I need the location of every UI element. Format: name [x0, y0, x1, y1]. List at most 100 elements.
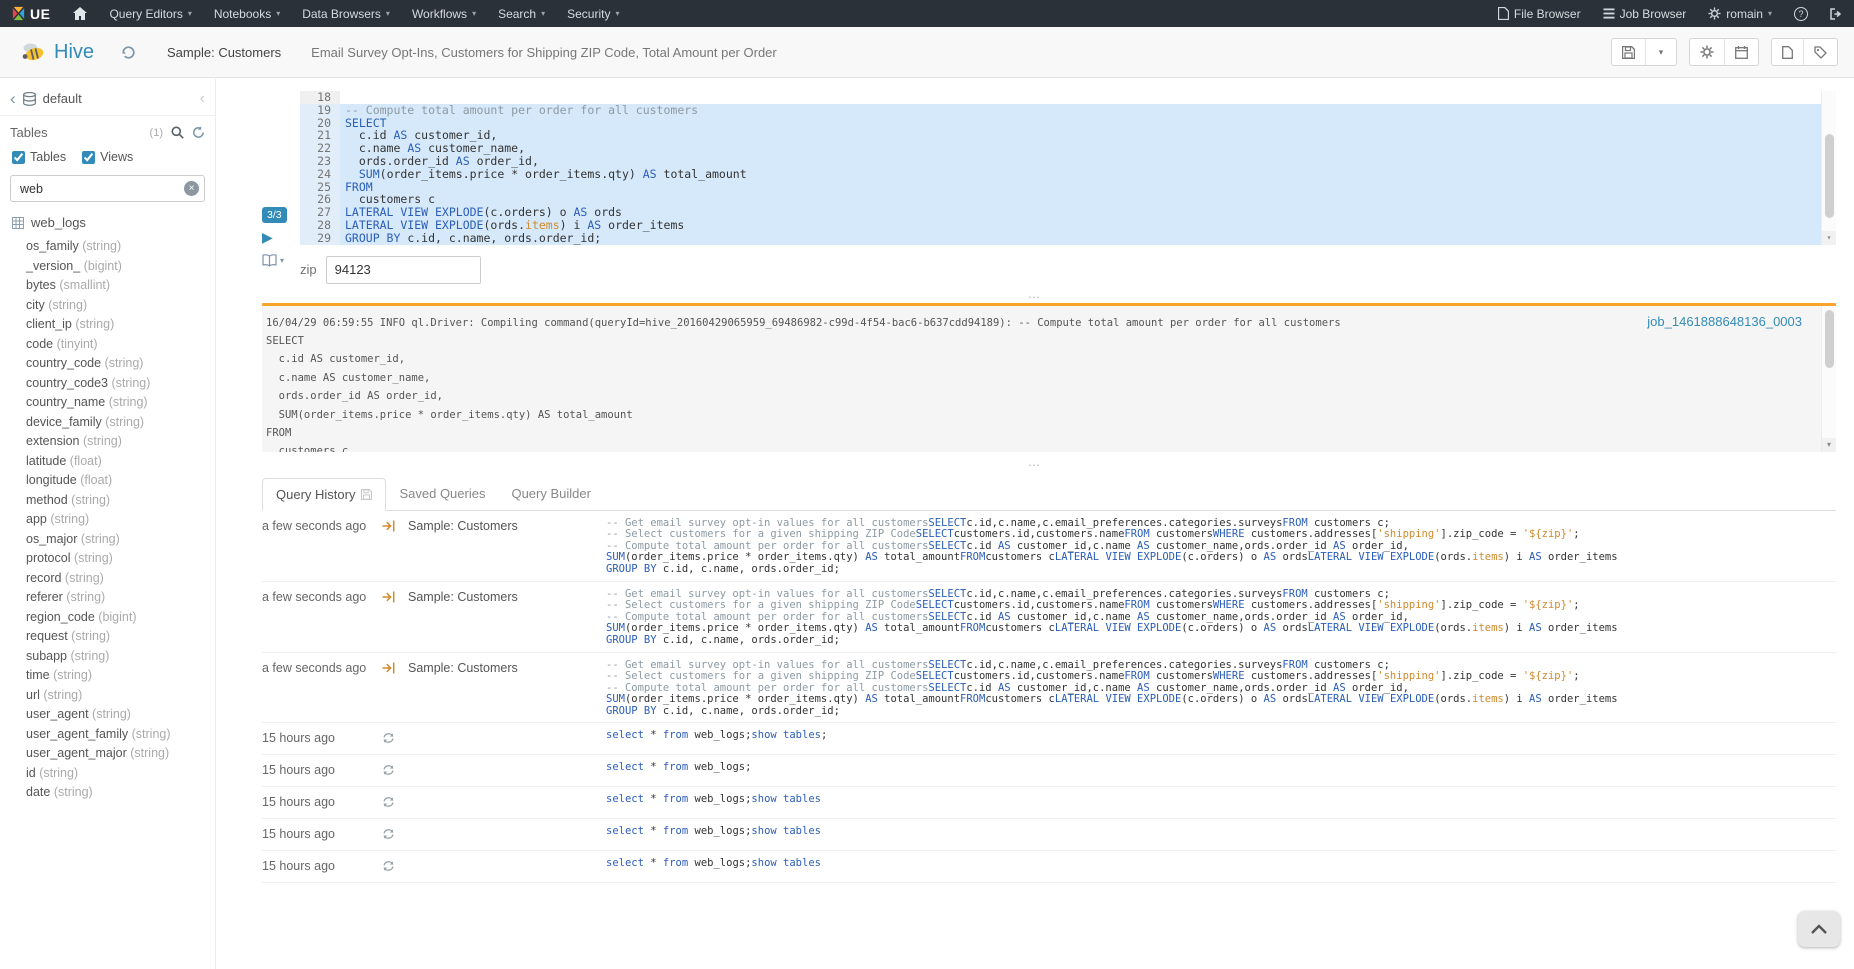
column-item-extension[interactable]: extension (string)	[26, 432, 215, 452]
editor-code-line[interactable]: -- Compute total amount per order for al…	[340, 104, 1821, 117]
column-item-region_code[interactable]: region_code (bigint)	[26, 608, 215, 628]
home-button[interactable]	[62, 0, 98, 27]
column-item-id[interactable]: id (string)	[26, 764, 215, 784]
column-item-device_family[interactable]: device_family (string)	[26, 413, 215, 433]
log-scrollbar[interactable]: ▾	[1821, 306, 1836, 452]
help-button[interactable]: ?	[1783, 0, 1819, 27]
nav-menu-query-editors[interactable]: Query Editors▾	[98, 0, 202, 27]
logout-button[interactable]	[1819, 0, 1854, 27]
column-item-country_name[interactable]: country_name (string)	[26, 393, 215, 413]
code-editor[interactable]: 181920212223242526272829 -- Compute tota…	[300, 91, 1836, 245]
tab-saved-queries[interactable]: Saved Queries	[386, 478, 498, 510]
user-menu[interactable]: romain ▾	[1697, 0, 1783, 27]
column-item-user_agent_family[interactable]: user_agent_family (string)	[26, 725, 215, 745]
database-row[interactable]: ‹ default ‹	[0, 79, 215, 116]
job-link[interactable]: job_1461888648136_0003	[1647, 314, 1802, 329]
editor-scrollbar[interactable]: ▾	[1821, 91, 1836, 245]
editor-code-line[interactable]: SELECT	[340, 117, 1821, 130]
column-item-_version_[interactable]: _version_ (bigint)	[26, 257, 215, 277]
variable-input[interactable]	[326, 256, 481, 284]
column-item-user_agent_major[interactable]: user_agent_major (string)	[26, 744, 215, 764]
column-item-date[interactable]: date (string)	[26, 783, 215, 803]
nav-menu-label: Workflows	[412, 7, 467, 21]
column-item-client_ip[interactable]: client_ip (string)	[26, 315, 215, 335]
save-dropdown-button[interactable]: ▾	[1646, 39, 1676, 65]
column-item-user_agent[interactable]: user_agent (string)	[26, 705, 215, 725]
history-row[interactable]: 15 hours agoselect * from web_logs;show …	[262, 851, 1836, 883]
scrollbar-thumb[interactable]	[1825, 134, 1834, 218]
scroll-down-arrow-icon[interactable]: ▾	[1822, 438, 1836, 452]
column-item-app[interactable]: app (string)	[26, 510, 215, 530]
editor-code-line[interactable]: FROM	[340, 181, 1821, 194]
history-row[interactable]: a few seconds agoSample: Customers-- Get…	[262, 653, 1836, 724]
column-item-longitude[interactable]: longitude (float)	[26, 471, 215, 491]
settings-button[interactable]	[1690, 39, 1725, 65]
file-browser-button[interactable]: File Browser	[1487, 0, 1592, 27]
nav-menu-notebooks[interactable]: Notebooks▾	[203, 0, 291, 27]
views-filter[interactable]: Views	[82, 150, 133, 164]
job-browser-button[interactable]: Job Browser	[1592, 0, 1698, 27]
column-item-method[interactable]: method (string)	[26, 491, 215, 511]
resize-handle[interactable]: …	[216, 458, 1854, 468]
refresh-icon[interactable]	[192, 126, 205, 139]
history-row[interactable]: 15 hours agoselect * from web_logs;show …	[262, 723, 1836, 755]
scrollbar-thumb[interactable]	[1825, 310, 1834, 368]
column-item-url[interactable]: url (string)	[26, 686, 215, 706]
tab-query-history[interactable]: Query History	[262, 478, 386, 511]
scroll-down-arrow-icon[interactable]: ▾	[1822, 231, 1836, 245]
column-item-code[interactable]: code (tinyint)	[26, 335, 215, 355]
column-item-bytes[interactable]: bytes (smallint)	[26, 276, 215, 296]
schedule-button[interactable]	[1725, 39, 1758, 65]
new-document-button[interactable]	[1772, 39, 1804, 65]
column-item-latitude[interactable]: latitude (float)	[26, 452, 215, 472]
nav-menu-data-browsers[interactable]: Data Browsers▾	[291, 0, 401, 27]
history-row[interactable]: 15 hours agoselect * from web_logs;show …	[262, 787, 1836, 819]
column-item-country_code[interactable]: country_code (string)	[26, 354, 215, 374]
clear-search-icon[interactable]: ×	[184, 181, 199, 196]
column-type: (string)	[47, 512, 89, 526]
column-item-city[interactable]: city (string)	[26, 296, 215, 316]
editor-code-line[interactable]: SUM(order_items.price * order_items.qty)…	[340, 168, 1821, 181]
editor-code-line[interactable]: c.name AS customer_name,	[340, 142, 1821, 155]
nav-menu-search[interactable]: Search▾	[487, 0, 556, 27]
save-button[interactable]	[1612, 39, 1646, 65]
hive-app-link[interactable]: Hive	[20, 41, 94, 64]
column-item-request[interactable]: request (string)	[26, 627, 215, 647]
editor-code-line[interactable]: c.id AS customer_id,	[340, 129, 1821, 142]
tables-checkbox[interactable]	[12, 151, 25, 164]
editor-code[interactable]: -- Compute total amount per order for al…	[340, 91, 1821, 245]
history-row[interactable]: a few seconds agoSample: Customers-- Get…	[262, 582, 1836, 653]
docs-button[interactable]: ▾	[262, 254, 300, 267]
query-history-button[interactable]	[120, 44, 137, 61]
column-item-os_major[interactable]: os_major (string)	[26, 530, 215, 550]
table-search-input[interactable]	[10, 175, 205, 202]
resize-handle[interactable]: …	[216, 290, 1854, 300]
history-row[interactable]: a few seconds agoSample: Customers-- Get…	[262, 511, 1836, 582]
column-item-subapp[interactable]: subapp (string)	[26, 647, 215, 667]
tables-filter[interactable]: Tables	[12, 150, 66, 164]
column-item-record[interactable]: record (string)	[26, 569, 215, 589]
tab-query-builder[interactable]: Query Builder	[498, 478, 603, 510]
editor-code-line[interactable]: GROUP BY c.id, c.name, ords.order_id;	[340, 232, 1821, 245]
scroll-to-top-button[interactable]	[1798, 911, 1840, 947]
table-item-web-logs[interactable]: web_logs	[0, 206, 215, 234]
search-icon[interactable]	[171, 126, 184, 139]
column-item-referer[interactable]: referer (string)	[26, 588, 215, 608]
collapse-panel-icon[interactable]: ‹	[200, 93, 205, 105]
history-row[interactable]: 15 hours agoselect * from web_logs;show …	[262, 819, 1836, 851]
history-row[interactable]: 15 hours agoselect * from web_logs;	[262, 755, 1836, 787]
column-item-country_code3[interactable]: country_code3 (string)	[26, 374, 215, 394]
column-item-os_family[interactable]: os_family (string)	[26, 237, 215, 257]
nav-menu-workflows[interactable]: Workflows▾	[401, 0, 487, 27]
execute-button[interactable]: ▶	[262, 230, 300, 244]
back-chevron-icon[interactable]: ‹	[10, 93, 16, 105]
sql-token: *	[644, 762, 663, 773]
sql-token: -- Compute total amount per order for al…	[606, 540, 928, 552]
views-checkbox[interactable]	[82, 151, 95, 164]
tags-button[interactable]	[1804, 39, 1837, 65]
column-item-time[interactable]: time (string)	[26, 666, 215, 686]
nav-menu-security[interactable]: Security▾	[556, 0, 630, 27]
hue-logo[interactable]: UE	[0, 0, 62, 27]
column-item-protocol[interactable]: protocol (string)	[26, 549, 215, 569]
query-log-panel[interactable]: 16/04/29 06:59:55 INFO ql.Driver: Compil…	[262, 306, 1836, 452]
